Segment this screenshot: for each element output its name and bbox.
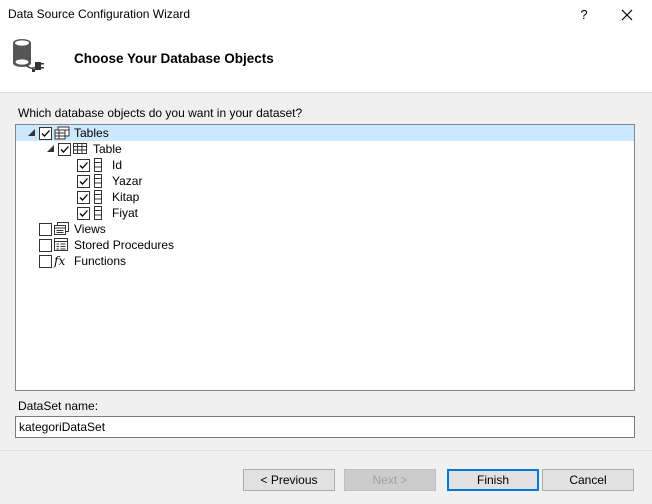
next-button[interactable]: Next > (344, 469, 436, 491)
column-icon (94, 206, 102, 220)
dataset-name-input[interactable]: kategoriDataSet (15, 416, 635, 438)
tables-checkbox[interactable] (39, 127, 52, 140)
database-objects-tree[interactable]: Tables Table Id Yazar Kitap Fiyat Views … (15, 124, 635, 391)
column-icon (94, 190, 102, 204)
column-checkbox[interactable] (77, 207, 90, 220)
stored-procedure-icon (54, 238, 68, 251)
table-grid-icon (73, 143, 87, 154)
dataset-name-label: DataSet name: (18, 399, 99, 413)
function-icon: fx (54, 254, 66, 268)
column-checkbox[interactable] (77, 191, 90, 204)
tree-item-label: Table (93, 142, 122, 156)
collapse-arrow-icon[interactable] (47, 145, 54, 152)
wizard-header: Choose Your Database Objects (0, 30, 652, 92)
tree-item-column[interactable]: Kitap (16, 189, 316, 205)
tables-folder-icon (54, 126, 70, 140)
title-bar: Data Source Configuration Wizard ? (0, 0, 652, 30)
tree-item-column[interactable]: Fiyat (16, 205, 316, 221)
tree-item-functions[interactable]: fx Functions (16, 253, 316, 269)
window-title: Data Source Configuration Wizard (8, 7, 191, 21)
column-checkbox[interactable] (77, 159, 90, 172)
tree-item-label: Yazar (112, 174, 143, 188)
functions-checkbox[interactable] (39, 255, 52, 268)
views-checkbox[interactable] (39, 223, 52, 236)
tree-item-stored-procedures[interactable]: Stored Procedures (16, 237, 316, 253)
column-checkbox[interactable] (77, 175, 90, 188)
tree-item-label: Functions (74, 254, 127, 268)
cancel-button[interactable]: Cancel (542, 469, 634, 491)
tree-item-label: Tables (74, 126, 109, 140)
button-bar: < Previous Next > Finish Cancel (0, 450, 652, 504)
tree-item-label: Id (112, 158, 123, 172)
close-icon (621, 9, 633, 21)
table-checkbox[interactable] (58, 143, 71, 156)
column-icon (94, 158, 102, 172)
views-icon (54, 222, 69, 235)
tree-item-column[interactable]: Id (16, 157, 316, 173)
help-button[interactable]: ? (570, 4, 598, 26)
close-button[interactable] (612, 4, 642, 26)
objects-prompt-label: Which database objects do you want in yo… (18, 106, 303, 120)
tree-item-label: Fiyat (112, 206, 139, 220)
page-title: Choose Your Database Objects (74, 51, 274, 66)
column-icon (94, 174, 102, 188)
stored-procedures-checkbox[interactable] (39, 239, 52, 252)
previous-button[interactable]: < Previous (243, 469, 335, 491)
tree-item-label: Stored Procedures (74, 238, 175, 252)
collapse-arrow-icon[interactable] (28, 129, 35, 136)
tree-item-table[interactable]: Table (16, 141, 416, 157)
database-connect-icon (13, 39, 44, 72)
content-area: Which database objects do you want in yo… (0, 92, 652, 451)
tree-item-tables[interactable]: Tables (16, 125, 634, 141)
tree-item-views[interactable]: Views (16, 221, 316, 237)
finish-button[interactable]: Finish (447, 469, 539, 491)
tree-item-column[interactable]: Yazar (16, 173, 316, 189)
tree-item-label: Kitap (112, 190, 140, 204)
tree-item-label: Views (74, 222, 106, 236)
